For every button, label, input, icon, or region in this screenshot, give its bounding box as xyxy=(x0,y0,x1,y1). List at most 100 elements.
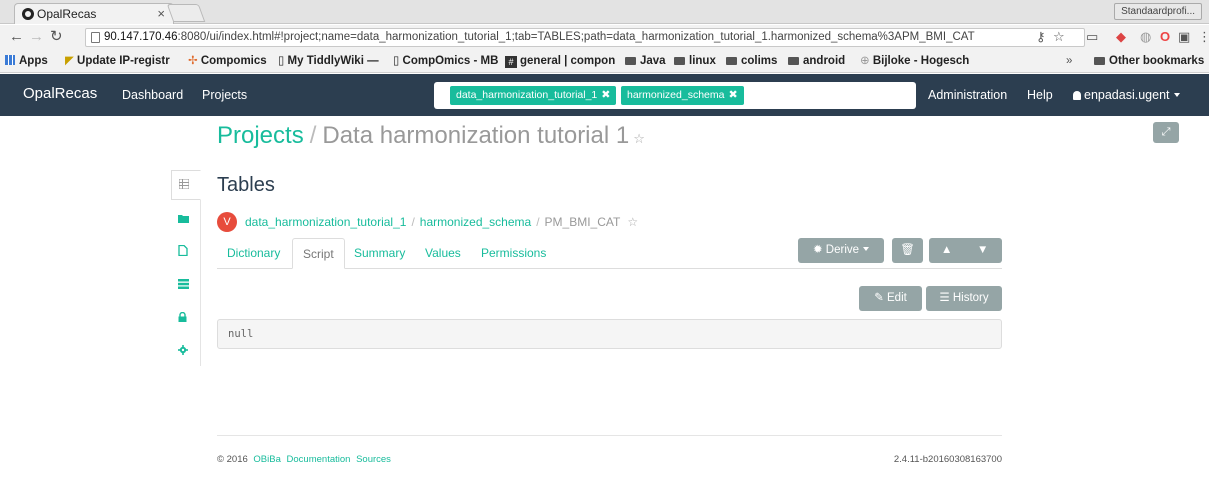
breadcrumb-table[interactable]: harmonized_schema xyxy=(420,215,531,229)
folder-icon xyxy=(674,57,685,65)
forward-icon[interactable]: → xyxy=(29,29,44,45)
bookmark-tiddlywiki[interactable]: ▯ My TiddlyWiki — xyxy=(278,50,379,73)
bookmark-other[interactable]: Other bookmarks xyxy=(1094,50,1204,73)
browser-toolbar: ← → ↻ 90.147.170.46:8080/ui/index.html#!… xyxy=(0,25,1209,50)
project-title: Data harmonization tutorial 1 xyxy=(322,122,630,149)
opera-icon[interactable]: O xyxy=(1160,29,1170,44)
folder-icon xyxy=(1094,57,1105,65)
search-tags-input[interactable]: data_harmonization_tutorial_1 ✖ harmonize… xyxy=(434,82,916,109)
tag-remove-icon[interactable]: ✖ xyxy=(728,89,737,101)
folder-icon xyxy=(788,57,799,65)
page-title: Projects / Data harmonization tutorial 1 ☆ xyxy=(217,122,645,150)
browser-tab-strip: OpalRecas × Standaardprofi... xyxy=(0,0,1209,24)
sidebar-item-permissions[interactable] xyxy=(178,309,192,323)
breadcrumb-variable: PM_BMI_CAT xyxy=(544,215,621,229)
profile-button[interactable]: Standaardprofi... xyxy=(1114,3,1202,20)
extension-icon-2[interactable]: ◍ xyxy=(1140,29,1151,45)
bookmark-bijloke[interactable]: ⊕ Bijloke - Hogesch xyxy=(860,50,969,73)
globe-icon: ⊕ xyxy=(860,55,873,67)
bookmarks-overflow[interactable]: » xyxy=(1066,50,1072,73)
favorite-star-icon[interactable]: ☆ xyxy=(633,131,645,146)
trash-icon: 🗑 xyxy=(900,244,915,256)
url-path: :8080/ui/index.html#!project;name=data_h… xyxy=(177,31,975,43)
bookmark-ip[interactable]: ◤ Update IP-registr xyxy=(65,50,170,73)
cast-icon[interactable]: ▭ xyxy=(1086,29,1098,45)
back-icon[interactable]: ← xyxy=(9,29,24,45)
menu-icon[interactable]: ⋮ xyxy=(1198,29,1209,45)
footer-divider xyxy=(217,435,1002,436)
page-icon: ▯ xyxy=(278,55,288,67)
nav-administration[interactable]: Administration xyxy=(928,88,1007,102)
sidebar-item-tables[interactable] xyxy=(171,170,201,200)
variable-tabs: Dictionary Script Summary Values Permiss… xyxy=(217,238,1002,269)
section-title: Tables xyxy=(217,174,275,196)
tab-dictionary[interactable]: Dictionary xyxy=(217,238,290,269)
next-variable-icon[interactable]: ▼ xyxy=(977,238,988,263)
lock-icon xyxy=(178,311,187,322)
footer-link-sources[interactable]: Sources xyxy=(356,454,391,465)
folder-icon xyxy=(178,215,189,223)
reload-icon[interactable]: ↻ xyxy=(50,29,63,45)
browser-tab-title: OpalRecas xyxy=(37,7,97,21)
extension-icon[interactable]: ◆ xyxy=(1116,29,1126,45)
projects-breadcrumb[interactable]: Projects xyxy=(217,122,304,149)
search-tag-project[interactable]: data_harmonization_tutorial_1 ✖ xyxy=(450,86,617,105)
breadcrumb-project[interactable]: data_harmonization_tutorial_1 xyxy=(245,215,406,229)
bookmark-general[interactable]: # general | compon xyxy=(505,50,615,73)
bookmark-android[interactable]: android xyxy=(788,50,845,73)
footer-link-obiba[interactable]: OBiBa xyxy=(253,454,280,465)
nav-projects[interactable]: Projects xyxy=(202,88,247,102)
sidebar-item-files[interactable] xyxy=(178,210,192,224)
app-navbar: OpalRecas Dashboard Projects data_harmon… xyxy=(0,74,1209,116)
history-list-icon: ☰ xyxy=(939,292,953,304)
derive-button[interactable]: ✹ Derive xyxy=(798,238,884,263)
new-tab-button[interactable] xyxy=(166,4,206,22)
bookmark-colims[interactable]: colims xyxy=(726,50,777,73)
search-tag-table[interactable]: harmonized_schema ✖ xyxy=(621,86,744,105)
table-breadcrumb: Vdata_harmonization_tutorial_1 / harmonize… xyxy=(217,212,638,232)
page-icon: ▯ xyxy=(393,55,403,67)
view-badge: V xyxy=(217,212,237,232)
key-icon[interactable]: ⚷ xyxy=(1036,29,1046,45)
folder-icon xyxy=(625,57,636,65)
footer-link-documentation[interactable]: Documentation xyxy=(287,454,351,465)
fullscreen-button[interactable]: ⤢ xyxy=(1153,122,1179,143)
breadcrumb-separator: / xyxy=(536,215,540,229)
gear-icon: ✹ xyxy=(812,244,826,256)
sidebar-item-tasks[interactable] xyxy=(178,276,192,290)
table-icon xyxy=(179,179,189,189)
file-icon xyxy=(178,244,188,257)
tab-close-icon[interactable]: × xyxy=(157,4,165,24)
compomics-icon: ✢ xyxy=(188,55,201,67)
bookmark-compomics-mb[interactable]: ▯ CompOmics - MB xyxy=(393,50,498,73)
tag-remove-icon[interactable]: ✖ xyxy=(601,89,610,101)
nav-help[interactable]: Help xyxy=(1027,88,1053,102)
bookmark-java[interactable]: Java xyxy=(625,50,666,73)
tab-permissions[interactable]: Permissions xyxy=(471,238,556,269)
brand-logo[interactable]: OpalRecas xyxy=(23,85,97,102)
favorite-star-icon[interactable]: ☆ xyxy=(627,215,638,229)
bookmark-compomics[interactable]: ✢ Compomics xyxy=(188,50,267,73)
page-info-icon[interactable] xyxy=(91,32,100,43)
address-bar[interactable]: 90.147.170.46:8080/ui/index.html#!projec… xyxy=(85,28,1085,47)
browser-tab[interactable]: OpalRecas × xyxy=(14,3,174,24)
expand-icon: ⤢ xyxy=(1161,126,1171,138)
extension-icon-3[interactable]: ▣ xyxy=(1178,29,1190,45)
gear-icon xyxy=(178,345,188,355)
bookmark-linux[interactable]: linux xyxy=(674,50,716,73)
bookmarks-bar: Apps ◤ Update IP-registr ✢ Compomics ▯ M… xyxy=(0,50,1209,73)
bookmark-star-icon[interactable]: ☆ xyxy=(1053,29,1065,45)
history-button[interactable]: ☰ History xyxy=(926,286,1002,311)
tab-values[interactable]: Values xyxy=(415,238,471,269)
tab-summary[interactable]: Summary xyxy=(344,238,415,269)
user-menu[interactable]: enpadasi.ugent xyxy=(1073,88,1180,102)
tasks-icon xyxy=(178,279,189,289)
tab-script[interactable]: Script xyxy=(292,238,345,269)
previous-variable-icon[interactable]: ▲ xyxy=(941,238,952,263)
sidebar-item-administration[interactable] xyxy=(178,342,192,356)
bookmark-apps[interactable]: Apps xyxy=(5,50,48,73)
delete-button[interactable]: 🗑 xyxy=(892,238,923,263)
edit-button[interactable]: ✎ Edit xyxy=(859,286,922,311)
sidebar-item-reports[interactable] xyxy=(178,243,192,257)
nav-dashboard[interactable]: Dashboard xyxy=(122,88,183,102)
